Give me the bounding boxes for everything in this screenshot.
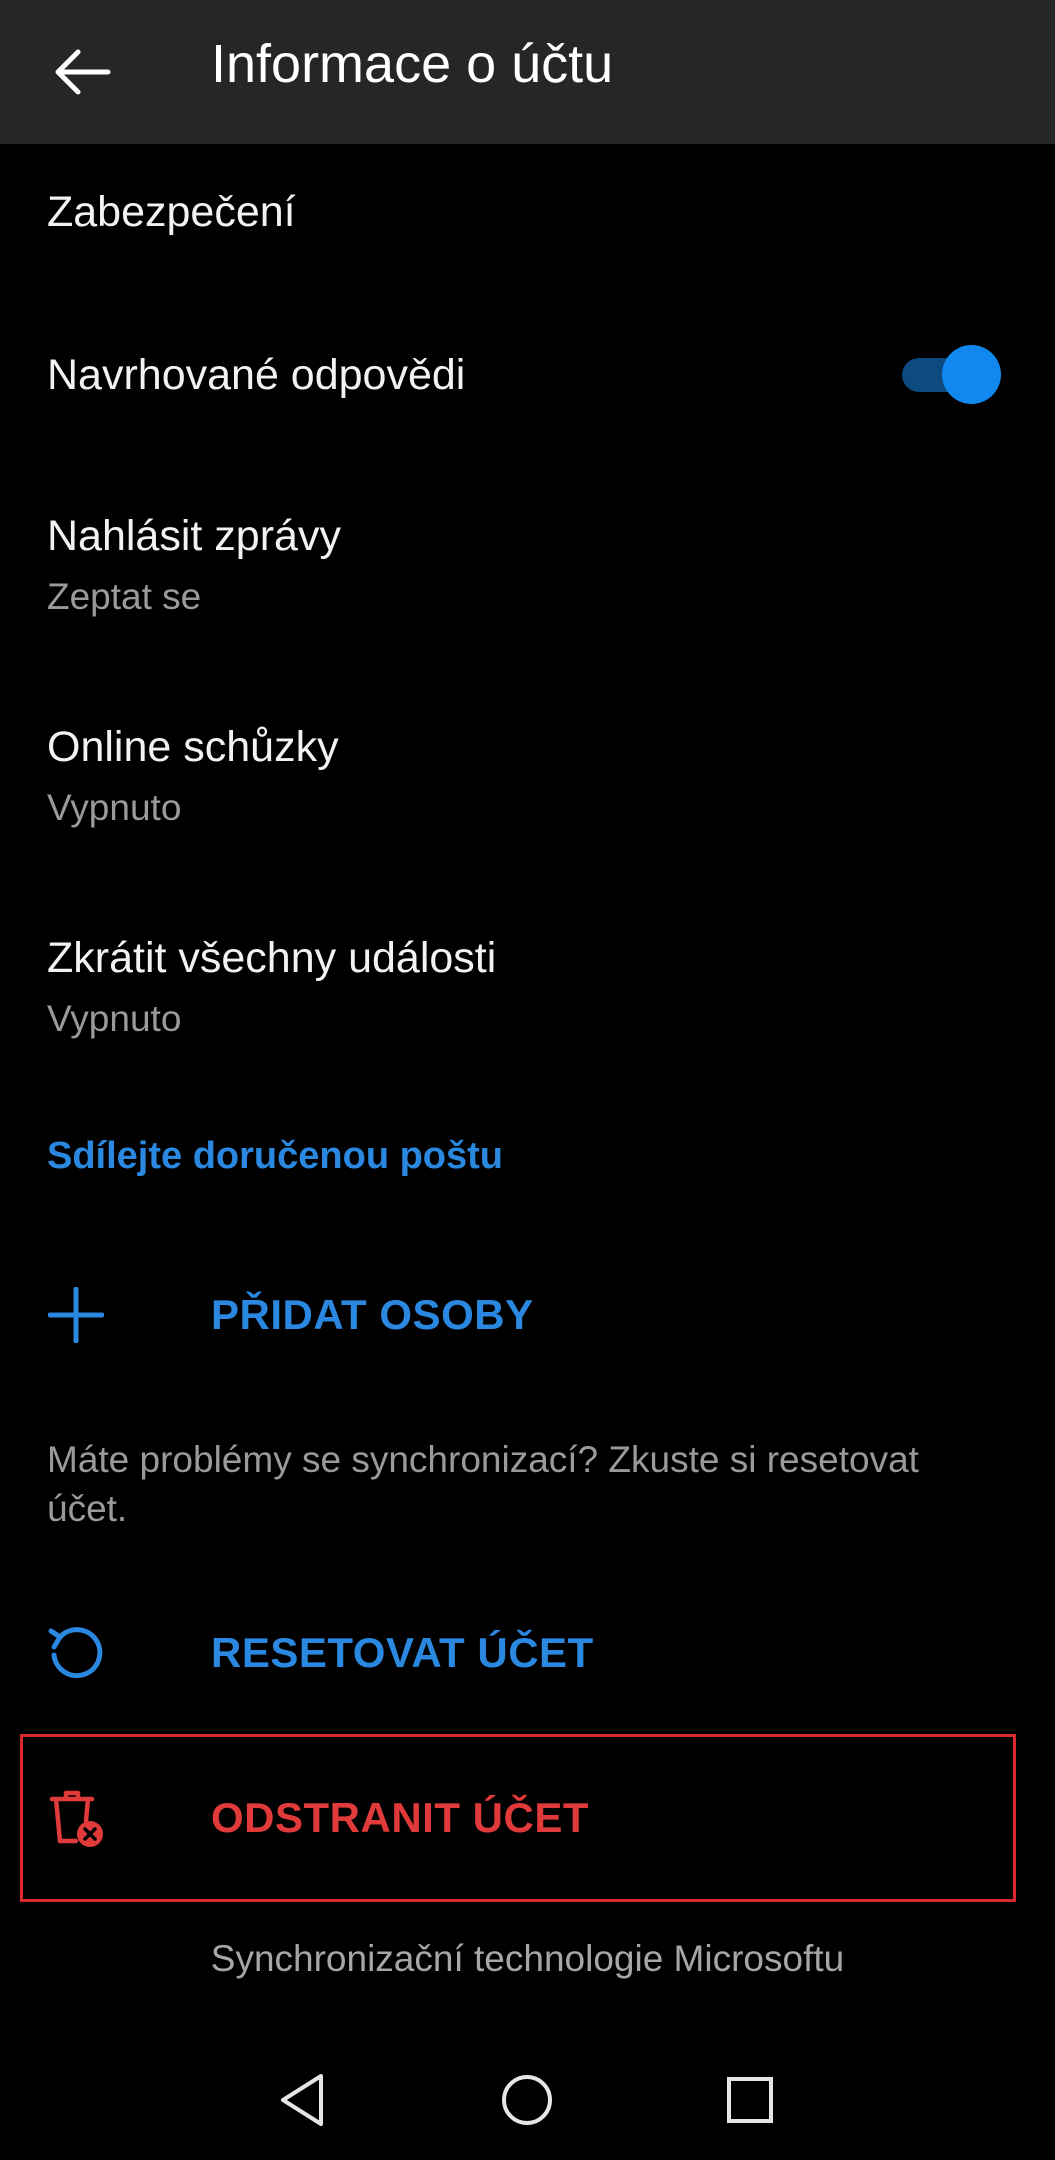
trash-x-icon [46,1788,106,1848]
settings-row-report-messages-value: Zeptat se [47,576,202,617]
delete-account-button[interactable]: ODSTRANIT ÚČET [20,1743,1020,1893]
page-title: Informace o účtu [211,34,614,94]
delete-account-label: ODSTRANIT ÚČET [211,1794,589,1841]
settings-row-report-messages-title: Nahlásit zprávy [47,512,341,560]
arrow-left-icon [55,49,111,95]
nav-home-circle-icon [502,2075,552,2125]
system-nav-bar [0,2040,1055,2160]
nav-recents-square-icon [727,2077,773,2123]
settings-row-shorten-events-value: Vypnuto [47,998,182,1039]
nav-home-button[interactable] [487,2060,567,2140]
nav-recents-button[interactable] [710,2060,790,2140]
app-bar: Informace o účtu [0,0,1055,144]
suggested-replies-toggle[interactable] [902,345,1002,405]
settings-row-security-title: Zabezpečení [47,188,296,236]
nav-back-triangle-icon [281,2074,323,2126]
add-people-button[interactable]: PŘIDAT OSOBY [20,1240,1020,1390]
plus-icon [46,1285,106,1345]
section-heading-share-inbox: Sdílejte doručenou poštu [47,1135,504,1177]
back-button[interactable] [30,20,134,124]
settings-row-online-meetings-title: Online schůzky [47,723,339,771]
sync-helper-text: Máte problémy se synchronizací? Zkuste s… [47,1439,919,1529]
reset-account-label: RESETOVAT ÚČET [211,1629,594,1676]
settings-row-online-meetings-value: Vypnuto [47,787,182,828]
settings-row-suggested-replies-title: Navrhované odpovědi [47,351,466,399]
reset-account-button[interactable]: RESETOVAT ÚČET [20,1578,1020,1728]
nav-back-button[interactable] [262,2060,342,2140]
toggle-thumb [942,345,1001,404]
footer-sync-technology: Synchronizační technologie Microsoftu [210,1938,845,1979]
settings-row-shorten-events-title: Zkrátit všechny události [47,934,497,982]
add-people-label: PŘIDAT OSOBY [211,1291,534,1338]
refresh-icon [46,1623,106,1683]
